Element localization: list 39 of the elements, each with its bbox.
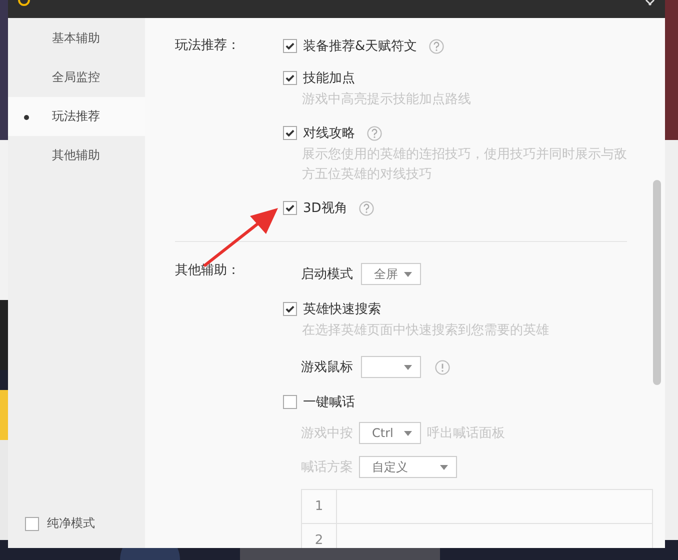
section-label: 其他辅助： [175, 262, 241, 280]
checkbox-label: 对线攻略 [303, 125, 355, 142]
help-icon[interactable] [359, 200, 374, 216]
checkbox-label: 3D视角 [303, 200, 348, 217]
checkbox-label: 技能加点 [303, 70, 355, 87]
field-label: 启动模式 [301, 266, 353, 283]
checkbox-label: 装备推荐&天赋符文 [303, 38, 418, 55]
help-icon[interactable] [429, 38, 444, 54]
checkbox-label: 英雄快速搜索 [303, 301, 381, 318]
scrollbar-thumb[interactable] [653, 180, 661, 385]
checkbox[interactable] [25, 516, 39, 530]
row-number: 1 [302, 490, 337, 523]
sidebar-item[interactable]: 玩法推荐 [8, 97, 145, 136]
caret-icon [404, 364, 412, 370]
checkbox[interactable] [283, 39, 297, 53]
sidebar-item[interactable]: 基本辅助 [8, 19, 145, 58]
checkbox[interactable] [283, 71, 297, 85]
dropdown[interactable]: 全屏 [361, 263, 421, 285]
info-icon[interactable] [435, 360, 450, 374]
checkbox-label: 一键喊话 [303, 394, 355, 411]
field-label: 游戏鼠标 [301, 359, 353, 376]
sidebar-item[interactable]: 其他辅助 [8, 136, 145, 175]
dropdown[interactable] [361, 356, 421, 378]
help-icon[interactable] [367, 126, 382, 140]
row-number: 2 [302, 524, 337, 548]
caret-icon [404, 272, 412, 276]
dropdown[interactable]: 自定义 [359, 456, 457, 478]
checkbox[interactable] [283, 126, 297, 140]
caret-icon [404, 430, 412, 436]
section-label: 玩法推荐： [175, 37, 241, 55]
checkbox-label: 纯净模式 [47, 515, 95, 532]
close-icon[interactable] [645, 0, 655, 6]
dropdown[interactable]: Ctrl [359, 422, 421, 444]
caret-icon [440, 464, 448, 470]
logo-icon [18, 0, 30, 8]
checkbox[interactable] [283, 302, 297, 316]
checkbox[interactable] [283, 395, 297, 409]
sidebar-item[interactable]: 全局监控 [8, 58, 145, 97]
checkbox[interactable] [283, 201, 297, 215]
